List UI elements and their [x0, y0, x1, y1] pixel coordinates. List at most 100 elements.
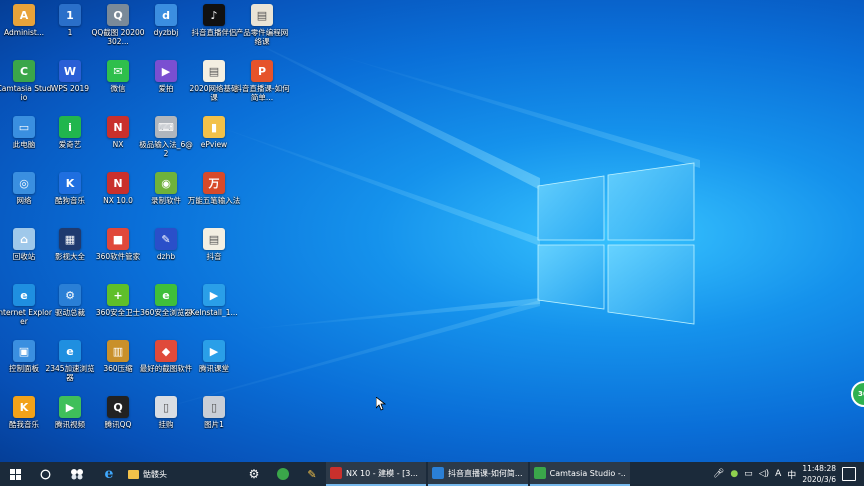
wubi-icon: 万: [203, 172, 225, 194]
taskbar-folder-button[interactable]: 骷髅头: [124, 462, 180, 486]
desktop-icon[interactable]: ◉ 录制软件: [142, 170, 190, 224]
desktop-icon[interactable]: W WPS 2019: [46, 58, 94, 112]
brush-icon: ✎: [155, 228, 177, 250]
desktop-icon[interactable]: +360安全卫士: [94, 282, 142, 336]
start-button[interactable]: [0, 462, 30, 486]
taskbar-camtasia-pinned[interactable]: [268, 462, 298, 486]
desktop-icon[interactable]: e Internet Explorer: [0, 282, 52, 336]
task-view-icon: [71, 469, 83, 480]
volume-icon[interactable]: ◁): [759, 469, 769, 479]
desktop-icon[interactable]: A Administ...: [0, 2, 48, 56]
computer-icon: ▭: [13, 116, 35, 138]
desktop-icon[interactable]: Q 腾讯QQ: [94, 394, 142, 448]
iqiyi-icon: i: [59, 116, 81, 138]
taskbar: e 骷髅头 ⚙ ✎ NX 10 - 建模 - [3... 抖音直播课-如何简...…: [0, 462, 864, 486]
desktop-icon[interactable]: i 爱奇艺: [46, 114, 94, 168]
windows-logo-wallpaper: [537, 162, 695, 325]
desktop-icon[interactable]: ▦ 影视大全: [46, 226, 94, 280]
desktop-icon[interactable]: ▥ 360压缩: [94, 338, 142, 392]
app-icon: [330, 467, 342, 479]
task-view-button[interactable]: [60, 462, 94, 486]
aipai-icon: ▶: [155, 60, 177, 82]
desktop-icon[interactable]: ▣ 控制面板: [0, 338, 48, 392]
desktop-icon[interactable]: d dyzbbj: [142, 2, 190, 56]
desktop-icon[interactable]: ▭ 此电脑: [0, 114, 48, 168]
network-tray-icon[interactable]: ▭: [744, 469, 753, 479]
language-indicator[interactable]: A: [775, 469, 781, 479]
qq-icon: Q: [107, 396, 129, 418]
input-method-icon: ⌨: [155, 116, 177, 138]
desktop-icon[interactable]: Q QQ截图 20200302...: [91, 2, 145, 56]
software-manager-icon: ■: [107, 228, 129, 250]
app-icon: [432, 467, 444, 479]
document-icon: d: [155, 4, 177, 26]
desktop-icon[interactable]: ⌨ 极品输入法_6@2: [139, 114, 193, 168]
desktop-icon[interactable]: ▶ 腾讯视频: [46, 394, 94, 448]
desktop-icon[interactable]: 万万能五笔输入法: [188, 170, 240, 224]
wps-icon: W: [59, 60, 81, 82]
screenshot-icon: Q: [107, 4, 129, 26]
desktop-icon[interactable]: P 抖音直播课-如何简单...: [234, 58, 290, 112]
tencent-class-icon: ▶: [203, 340, 225, 362]
text-file-icon: ▤: [203, 60, 225, 82]
desktop-icon[interactable]: ♪ 抖音直播伴侣: [190, 2, 238, 56]
desktop-icon[interactable]: K 酷我音乐: [0, 394, 48, 448]
folder-icon: [128, 469, 139, 479]
ppt-file-icon: P: [251, 60, 273, 82]
desktop-icon[interactable]: ▮ ePview: [190, 114, 238, 168]
wechat-icon: ✉: [107, 60, 129, 82]
desktop-icon[interactable]: ✎ dzhb: [142, 226, 190, 280]
floating-360-badge[interactable]: 360: [851, 381, 864, 407]
desktop-icon-label: 抖音直播课-如何简单...: [234, 84, 290, 102]
driver-icon: ⚙: [59, 284, 81, 306]
taskbar-app-button[interactable]: Camtasia Studio -...: [530, 462, 630, 486]
desktop-icon[interactable]: e 2345加速浏览器: [45, 338, 95, 392]
mouse-cursor-icon: [376, 397, 386, 411]
desktop-icon[interactable]: ▶ 腾讯课堂: [190, 338, 238, 392]
nx-icon: N: [107, 172, 129, 194]
desktop-icon[interactable]: 11: [46, 2, 94, 56]
taskbar-settings-button[interactable]: ⚙: [240, 462, 268, 486]
taskbar-ie-button[interactable]: e: [94, 462, 124, 486]
search-button[interactable]: [30, 462, 60, 486]
taskbar-app-button[interactable]: NX 10 - 建模 - [3...: [326, 462, 426, 486]
desktop-icon[interactable]: N NX 10.0: [94, 170, 142, 224]
desktop-icon[interactable]: ▯ 挂购: [142, 394, 190, 448]
ime-indicator[interactable]: 中: [787, 468, 796, 481]
folder-icon: ▮: [203, 116, 225, 138]
taskbar-app-button[interactable]: 抖音直播课-如何简...: [428, 462, 528, 486]
desktop-icon[interactable]: C Camtasia Studio: [0, 58, 51, 112]
desktop-icon-label: 万能五笔输入法: [187, 196, 241, 205]
desktop-icon[interactable]: ▯ 图片1: [190, 394, 238, 448]
browser-icon: e: [155, 284, 177, 306]
desktop-icon[interactable]: ■ 360软件管家: [94, 226, 142, 280]
desktop-icon[interactable]: ⌂ 回收站: [0, 226, 48, 280]
recorder-icon: ◉: [155, 172, 177, 194]
compress-icon: ▥: [107, 340, 129, 362]
document-icon: ▯: [155, 396, 177, 418]
desktop-icon[interactable]: e 360安全浏览器: [140, 282, 192, 336]
desktop-icon[interactable]: K 酷狗音乐: [46, 170, 94, 224]
user-folder-icon: A: [13, 4, 35, 26]
kuwo-icon: K: [13, 396, 35, 418]
clock[interactable]: 11:48:28 2020/3/6: [802, 463, 836, 485]
desktop-icon[interactable]: ▶ KeInstall_1...: [190, 282, 238, 336]
clock-date: 2020/3/6: [802, 475, 836, 484]
desktop-icon[interactable]: ▤ 2020网络基础课: [189, 58, 239, 112]
taskbar-brush-pinned[interactable]: ✎: [298, 462, 326, 486]
network-icon: ◎: [13, 172, 35, 194]
desktop-icon[interactable]: N NX: [94, 114, 142, 168]
360-tray-icon[interactable]: ●: [730, 469, 738, 479]
notification-center-icon[interactable]: [842, 467, 856, 481]
tencent-video-icon: ▶: [59, 396, 81, 418]
desktop-icon[interactable]: ▤ 抖音: [190, 226, 238, 280]
desktop-icon[interactable]: ▤ 产品零件编程网络课: [236, 2, 288, 56]
desktop-icon[interactable]: ✉ 微信: [94, 58, 142, 112]
desktop-icon[interactable]: ◆ 最好的截图软件: [140, 338, 192, 392]
desktop-icon[interactable]: ⚙ 驱动总裁: [46, 282, 94, 336]
desktop-icon[interactable]: ◎ 网络: [0, 170, 48, 224]
microphone-icon[interactable]: 🎤︎: [713, 469, 724, 479]
text-file-icon: ▤: [203, 228, 225, 250]
desktop-icon[interactable]: ▶ 爱拍: [142, 58, 190, 112]
app-icon: [534, 467, 546, 479]
